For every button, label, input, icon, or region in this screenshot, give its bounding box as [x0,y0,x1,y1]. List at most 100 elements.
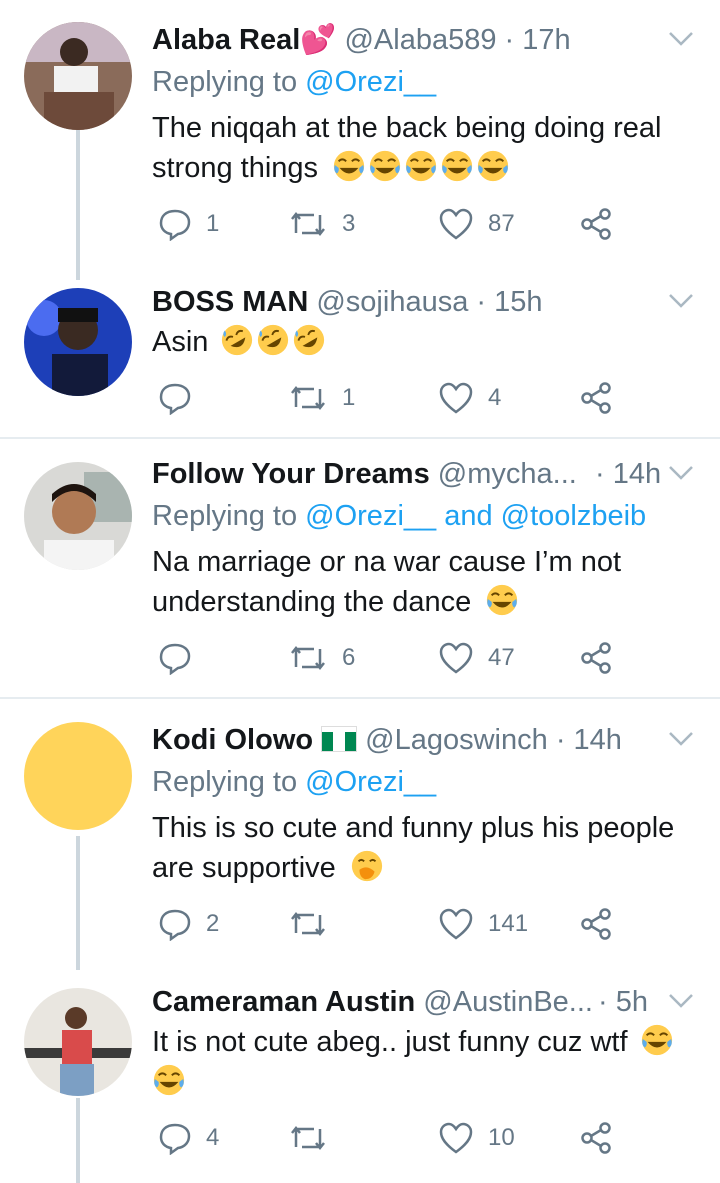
reply-button[interactable] [158,636,206,680]
display-name[interactable]: BOSS MAN [152,286,308,318]
reply-icon [159,909,191,941]
share-button[interactable] [580,1116,612,1160]
display-name[interactable]: Kodi Olowo [152,724,313,756]
mention-link[interactable]: @Orezi__ [305,66,436,98]
rofl-emoji [292,323,326,357]
caret-down-icon[interactable] [668,464,694,482]
caret-down-icon[interactable] [668,30,694,48]
joy-emoji [640,1023,674,1057]
tweet-follow-your-dreams[interactable]: Follow Your Dreams @mycha... · 14h Reply… [0,440,720,698]
reply-icon [159,209,191,241]
share-button[interactable] [580,376,612,420]
rofl-emoji [220,323,254,357]
avatar[interactable] [24,722,132,830]
timestamp[interactable]: · 14h [595,454,661,494]
share-button[interactable] [580,202,612,246]
reply-button[interactable]: 4 [158,1116,219,1160]
timestamp[interactable]: · 15h [476,286,542,318]
tweet-text: The niqqah at the back being doing real … [152,108,712,188]
thread-line [76,836,80,970]
avatar[interactable] [24,22,132,130]
reply-icon [159,383,191,415]
timestamp[interactable]: · 17h [505,24,571,56]
retweet-count: 1 [342,384,356,411]
like-count: 10 [488,1124,515,1151]
retweet-button[interactable] [288,902,342,946]
tweet-text: Na marriage or na war cause I’m not unde… [152,542,712,622]
avatar[interactable] [24,288,132,396]
divider [0,437,720,439]
share-icon [581,908,611,940]
tweet-cameraman-austin[interactable]: Cameraman Austin @AustinBe... · 5h It is… [0,970,720,1183]
user-handle[interactable]: @AustinBe... [423,986,593,1018]
avatar[interactable] [24,988,132,1096]
caret-down-icon[interactable] [668,992,694,1010]
share-icon [581,382,611,414]
retweet-button[interactable]: 3 [288,202,355,246]
tweet-actions: 6 47 [152,636,622,680]
replying-prefix: Replying to [152,766,298,798]
retweet-button[interactable]: 6 [288,636,355,680]
joy-emoji [476,149,510,183]
like-icon [439,1122,473,1154]
retweet-icon [291,211,325,237]
tweet-header: Alaba Real💕 @Alaba589 · 17h [152,20,700,60]
tweet-text-line: This is so cute and funny plus his peopl… [152,812,675,844]
reply-button[interactable] [158,376,206,420]
share-button[interactable] [580,902,612,946]
user-handle[interactable]: @Lagoswinch [365,724,548,756]
tweet-text-line: It is not cute abeg.. just funny cuz wtf [152,1026,628,1058]
mention-link[interactable]: @Orezi__ [305,500,436,532]
reply-icon [159,643,191,675]
mention-link[interactable]: @toolzbeib [501,500,647,532]
reply-button[interactable]: 1 [158,202,219,246]
tweet-actions: 1 3 87 [152,202,622,246]
like-icon [439,208,473,240]
caret-down-icon[interactable] [668,292,694,310]
tweet-alaba-real[interactable]: Alaba Real💕 @Alaba589 · 17h Replying to … [0,0,720,280]
tweet-text-line: The niqqah at the back being doing real [152,112,662,144]
user-handle[interactable]: @sojihausa [316,286,468,318]
tweet-actions: 2 141 [152,902,622,946]
joy-emoji [404,149,438,183]
share-button[interactable] [580,636,612,680]
like-icon [439,642,473,674]
tweet-text-line: Na marriage or na war cause I’m not [152,546,622,578]
like-button[interactable]: 87 [438,202,515,246]
tweet-text: It is not cute abeg.. just funny cuz wtf [152,1022,712,1102]
replying-and: and [444,500,493,532]
display-name[interactable]: Alaba Real [152,24,300,56]
joy-emoji [152,1063,186,1097]
retweet-icon [291,911,325,937]
reply-button[interactable]: 2 [158,902,219,946]
like-count: 141 [488,910,529,937]
retweet-icon [291,645,325,671]
user-handle[interactable]: @mycha... [438,458,577,490]
tweet-kodi-olowo[interactable]: Kodi Olowo @Lagoswinch · 14h Replying to… [0,700,720,970]
nigeria-flag [321,726,358,752]
tweet-text-line: understanding the dance [152,586,472,618]
like-count: 47 [488,644,515,671]
tweet-text-line: strong things [152,152,319,184]
face-with-hand-emoji [350,849,384,883]
mention-link[interactable]: @Orezi__ [305,766,436,798]
user-handle[interactable]: @Alaba589 [344,24,496,56]
joy-emoji [332,149,366,183]
like-button[interactable]: 141 [438,902,528,946]
tweet-header: Cameraman Austin @AustinBe... [152,982,593,1022]
replying-prefix: Replying to [152,500,298,532]
reply-count: 1 [206,210,220,237]
like-button[interactable]: 47 [438,636,515,680]
display-name[interactable]: Follow Your Dreams [152,458,430,490]
retweet-button[interactable]: 1 [288,376,355,420]
caret-down-icon[interactable] [668,730,694,748]
like-button[interactable]: 10 [438,1116,515,1160]
display-name[interactable]: Cameraman Austin [152,986,415,1018]
timestamp[interactable]: · 5h [598,982,648,1022]
like-button[interactable]: 4 [438,376,501,420]
tweet-boss-man[interactable]: BOSS MAN @sojihausa · 15h Asin 1 4 [0,280,720,438]
retweet-button[interactable] [288,1116,342,1160]
avatar[interactable] [24,462,132,570]
timestamp[interactable]: · 14h [556,724,622,756]
tweet-actions: 4 10 [152,1116,622,1160]
